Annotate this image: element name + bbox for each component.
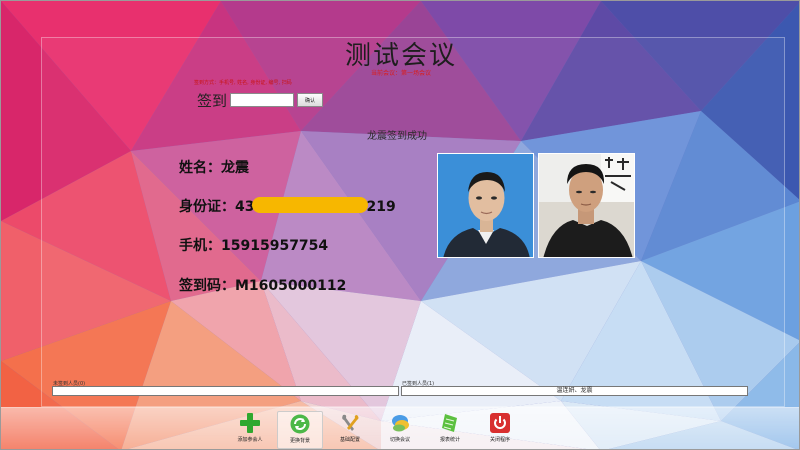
attendee-code-row: 签到码：M1605000112	[179, 275, 346, 295]
unsigned-list-box[interactable]	[52, 386, 399, 396]
meeting-title: 测试会议	[344, 41, 457, 71]
id-photo	[437, 153, 534, 258]
signin-success-message: 龙震签到成功	[367, 131, 427, 142]
signin-methods-hint: 签到方式：手机号, 姓名, 身份证, 编号, 扫码	[194, 80, 292, 86]
add-attendee-label: 添加参会人	[237, 437, 263, 443]
signed-list-box[interactable]: 温连妍、龙震	[401, 386, 748, 396]
app-window: 测试会议 当前会议：第一场会议 签到方式：手机号, 姓名, 身份证, 编号, 扫…	[0, 0, 800, 450]
attendee-phone: 15915957754	[221, 238, 329, 254]
code-label: 签到码：	[179, 278, 235, 294]
bottom-toolbar: 添加参会人 更换背景 基础配置 切换会议 报表统计 关闭程序	[1, 407, 799, 449]
report-stats-label: 报表统计	[439, 437, 460, 443]
close-program-label: 关闭程序	[489, 437, 510, 443]
confirm-button[interactable]: 确认	[297, 93, 323, 107]
basic-config-label: 基础配置	[339, 437, 360, 443]
plus-icon	[240, 413, 260, 433]
report-stats-button[interactable]: 报表统计	[427, 411, 473, 449]
main-panel	[41, 37, 785, 407]
basic-config-button[interactable]: 基础配置	[327, 411, 373, 449]
tools-icon	[342, 414, 359, 431]
switch-meeting-label: 切换会议	[389, 437, 410, 443]
change-background-button[interactable]: 更换背景	[277, 411, 323, 449]
attendee-id-row: 身份证：43 219	[179, 196, 396, 216]
attendee-code: M1605000112	[235, 278, 347, 294]
phone-label: 手机：	[179, 238, 221, 254]
add-attendee-button[interactable]: 添加参会人	[227, 411, 273, 449]
switch-icon	[392, 415, 409, 432]
id-label: 身份证：	[179, 199, 235, 215]
attendee-name-row: 姓名：龙震	[179, 157, 249, 177]
switch-meeting-button[interactable]: 切换会议	[377, 411, 423, 449]
name-label: 姓名：	[179, 160, 221, 176]
camera-photo	[538, 153, 635, 258]
redaction-mark	[252, 197, 369, 213]
close-program-button[interactable]: 关闭程序	[477, 411, 523, 449]
current-meeting-subtitle: 当前会议：第一场会议	[370, 70, 431, 77]
id-number-suffix: 219	[366, 199, 396, 215]
report-icon	[442, 414, 457, 432]
signin-input[interactable]	[230, 93, 294, 107]
change-background-label: 更换背景	[289, 438, 310, 444]
refresh-icon	[290, 414, 310, 434]
signin-label: 签到	[197, 92, 228, 110]
power-icon	[490, 413, 510, 433]
attendee-name: 龙震	[221, 160, 249, 176]
attendee-phone-row: 手机：15915957754	[179, 235, 328, 255]
